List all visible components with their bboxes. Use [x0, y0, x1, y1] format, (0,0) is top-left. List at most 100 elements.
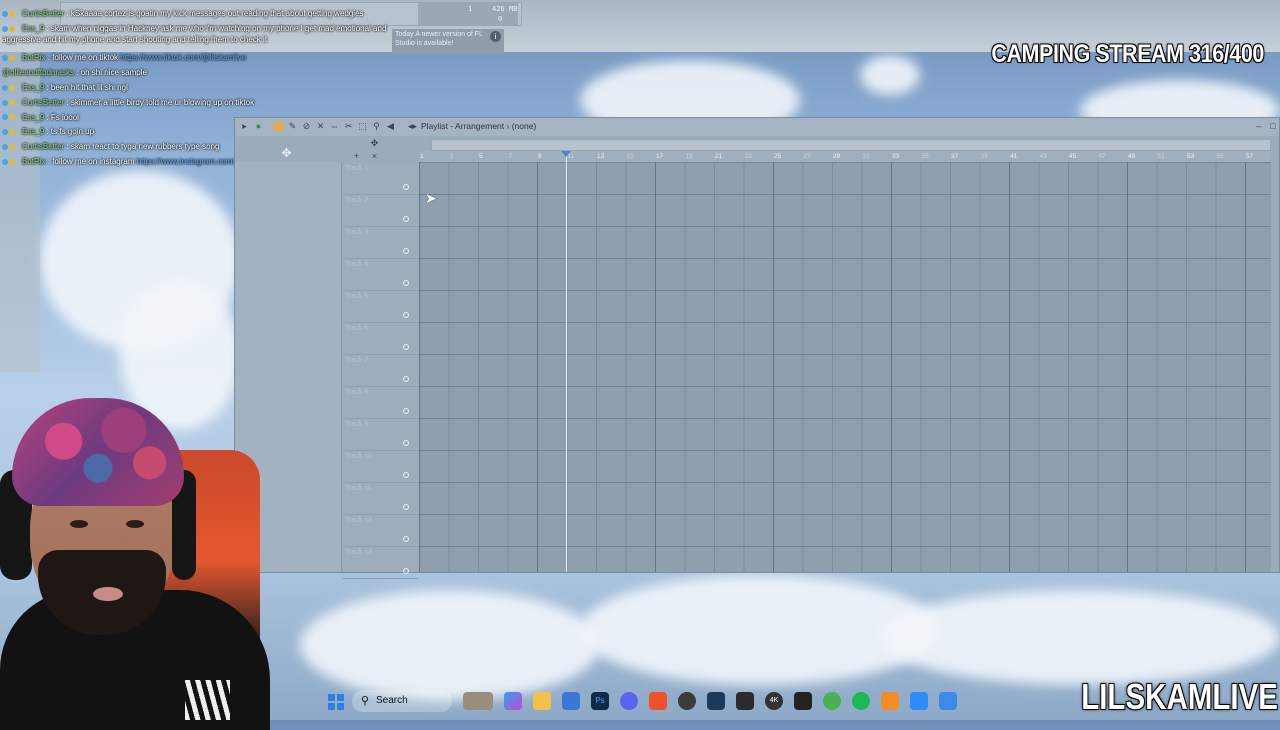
mute-icon[interactable]: ✕: [315, 121, 326, 132]
ruler-bar-number: 7: [508, 153, 513, 160]
track-name: Track 3: [345, 229, 369, 236]
horizontal-scrollbar[interactable]: [431, 139, 1271, 151]
track-mute-led-icon[interactable]: [403, 440, 409, 446]
chat-message: CurtisBetter : kSkaaaa cortez is goatin …: [2, 8, 402, 23]
arrows-icon[interactable]: ◂▸: [407, 121, 418, 132]
track-list: Track 1 Track 2 Track 3 Track 4 Track 5 Track…: [343, 162, 419, 579]
memory-meter: 1 426 MB 0: [418, 3, 518, 25]
track-mute-led-icon[interactable]: [403, 312, 409, 318]
notepad-icon[interactable]: [939, 692, 957, 710]
playlist-window[interactable]: ▸ ● ✎ ⊘ ✕ ⇔ ✂ ⬚ ⚲ ◀ ◂▸ Playlist - Arrang…: [234, 117, 1280, 579]
track-header[interactable]: Track 11: [343, 482, 419, 515]
track-mute-led-icon[interactable]: [403, 568, 409, 574]
vpn-icon[interactable]: [794, 692, 812, 710]
track-mute-led-icon[interactable]: [403, 408, 409, 414]
track-name: Track 7: [345, 357, 369, 364]
track-header[interactable]: Track 9: [343, 418, 419, 451]
zoom-icon[interactable]: ⚲: [371, 121, 382, 132]
track-mute-led-icon[interactable]: [403, 184, 409, 190]
track-mute-led-icon[interactable]: [403, 216, 409, 222]
speaker-icon[interactable]: ◀: [385, 121, 396, 132]
track-header[interactable]: Track 6: [343, 322, 419, 355]
windows-start-icon[interactable]: [328, 694, 344, 710]
minimize-icon[interactable]: –: [1253, 120, 1265, 132]
track-header[interactable]: Track 1: [343, 162, 419, 195]
track-header[interactable]: Track 8: [343, 386, 419, 419]
ruler-bar-number: 9: [538, 153, 542, 160]
copilot-icon[interactable]: [504, 692, 522, 710]
ruler-bar-number: 15: [626, 153, 634, 160]
chat-link[interactable]: https://www.tiktok.com/@lilskamlive: [120, 53, 246, 62]
track-header[interactable]: Track 3: [343, 226, 419, 259]
ruler-bar-number: 25: [774, 153, 782, 160]
pattern-icon[interactable]: ●: [253, 121, 264, 132]
capcut-icon[interactable]: [736, 692, 754, 710]
store-icon[interactable]: [562, 692, 580, 710]
play-arrow-icon[interactable]: ▸: [239, 121, 250, 132]
playlist-title: Playlist - Arrangement › (none): [421, 121, 537, 131]
magnet-icon[interactable]: [273, 121, 284, 132]
ruler-bar-number: 5: [479, 153, 483, 160]
taskbar-search[interactable]: ⚲ Search: [352, 690, 452, 712]
chat-username: CurtisBetter: [22, 142, 65, 152]
track-header[interactable]: Track 4: [343, 258, 419, 291]
add-track-icon[interactable]: ✥: [281, 147, 292, 159]
chat-text: follow me on instagram: [52, 156, 135, 166]
obs-icon[interactable]: [823, 692, 841, 710]
chat-text: follow me on tiktok: [52, 53, 119, 63]
close-icon[interactable]: ×: [369, 151, 380, 162]
slice-icon[interactable]: ✂: [343, 121, 354, 132]
ruler-bar-number: 19: [685, 153, 693, 160]
track-header[interactable]: Track 5: [343, 290, 419, 323]
select-icon[interactable]: ⬚: [357, 121, 368, 132]
bandana: [12, 398, 184, 506]
time-ruler[interactable]: 1 3 5 7 9 11 13 15 17 19 21 23 25 27 29 31 33 35 37 39 41 43 4…: [419, 151, 1271, 162]
photoshop-icon[interactable]: Ps: [591, 692, 609, 710]
spotify-icon[interactable]: [852, 692, 870, 710]
4k-downloader-icon[interactable]: 4K: [765, 692, 783, 710]
ruler-bar-number: 51: [1157, 153, 1165, 160]
brave-icon[interactable]: [649, 692, 667, 710]
track-mute-led-icon[interactable]: [403, 536, 409, 542]
chat-message: BotRix : follow me on tiktok https://www…: [2, 52, 402, 67]
chrome-icon[interactable]: [678, 692, 696, 710]
move-icon[interactable]: ✥: [369, 138, 380, 149]
track-mute-led-icon[interactable]: [403, 280, 409, 286]
track-header[interactable]: Track 10: [343, 450, 419, 483]
ruler-bar-number: 29: [833, 153, 841, 160]
ruler-bar-number: 23: [744, 153, 752, 160]
fl-studio-icon[interactable]: [881, 692, 899, 710]
widgets-icon[interactable]: [463, 692, 493, 710]
info-icon[interactable]: i: [490, 31, 501, 42]
edge-icon[interactable]: [910, 692, 928, 710]
chat-message: Ess_9 : skam when niggas in Hackney ask …: [2, 23, 387, 44]
ruler-bar-number: 35: [921, 153, 929, 160]
update-notice[interactable]: Today A newer version of FL Studio is av…: [392, 29, 504, 53]
track-mute-led-icon[interactable]: [403, 376, 409, 382]
playlist-titlebar[interactable]: ▸ ● ✎ ⊘ ✕ ⇔ ✂ ⬚ ⚲ ◀ ◂▸ Playlist - Arrang…: [235, 118, 1279, 136]
slip-icon[interactable]: ⇔: [329, 121, 340, 132]
track-name: Track 6: [345, 325, 369, 332]
ruler-bar-number: 33: [892, 153, 900, 160]
steam-icon[interactable]: [707, 692, 725, 710]
track-header[interactable]: Track 7: [343, 354, 419, 387]
playhead-marker[interactable]: [561, 151, 571, 157]
stream-title: CAMPING STREAM 316/400: [991, 40, 1264, 68]
track-mute-led-icon[interactable]: [403, 248, 409, 254]
taskbar: ⚲ Search Ps 4K: [318, 686, 978, 718]
track-header[interactable]: Track 12: [343, 514, 419, 547]
discord-icon[interactable]: [620, 692, 638, 710]
arrangement-grid[interactable]: [419, 162, 1271, 572]
track-mute-led-icon[interactable]: [403, 504, 409, 510]
track-mute-led-icon[interactable]: [403, 472, 409, 478]
track-name: Track 1: [345, 165, 369, 172]
file-explorer-icon[interactable]: [533, 692, 551, 710]
track-header[interactable]: Track 13: [343, 546, 419, 579]
delete-icon[interactable]: ⊘: [301, 121, 312, 132]
track-mute-led-icon[interactable]: [403, 344, 409, 350]
chat-text: skimmer a little birdy told me ur blowin…: [70, 97, 255, 107]
plus-icon[interactable]: +: [351, 151, 362, 162]
track-header[interactable]: Track 2: [343, 194, 419, 227]
pencil-icon[interactable]: ✎: [287, 121, 298, 132]
maximize-icon[interactable]: □: [1267, 120, 1279, 132]
